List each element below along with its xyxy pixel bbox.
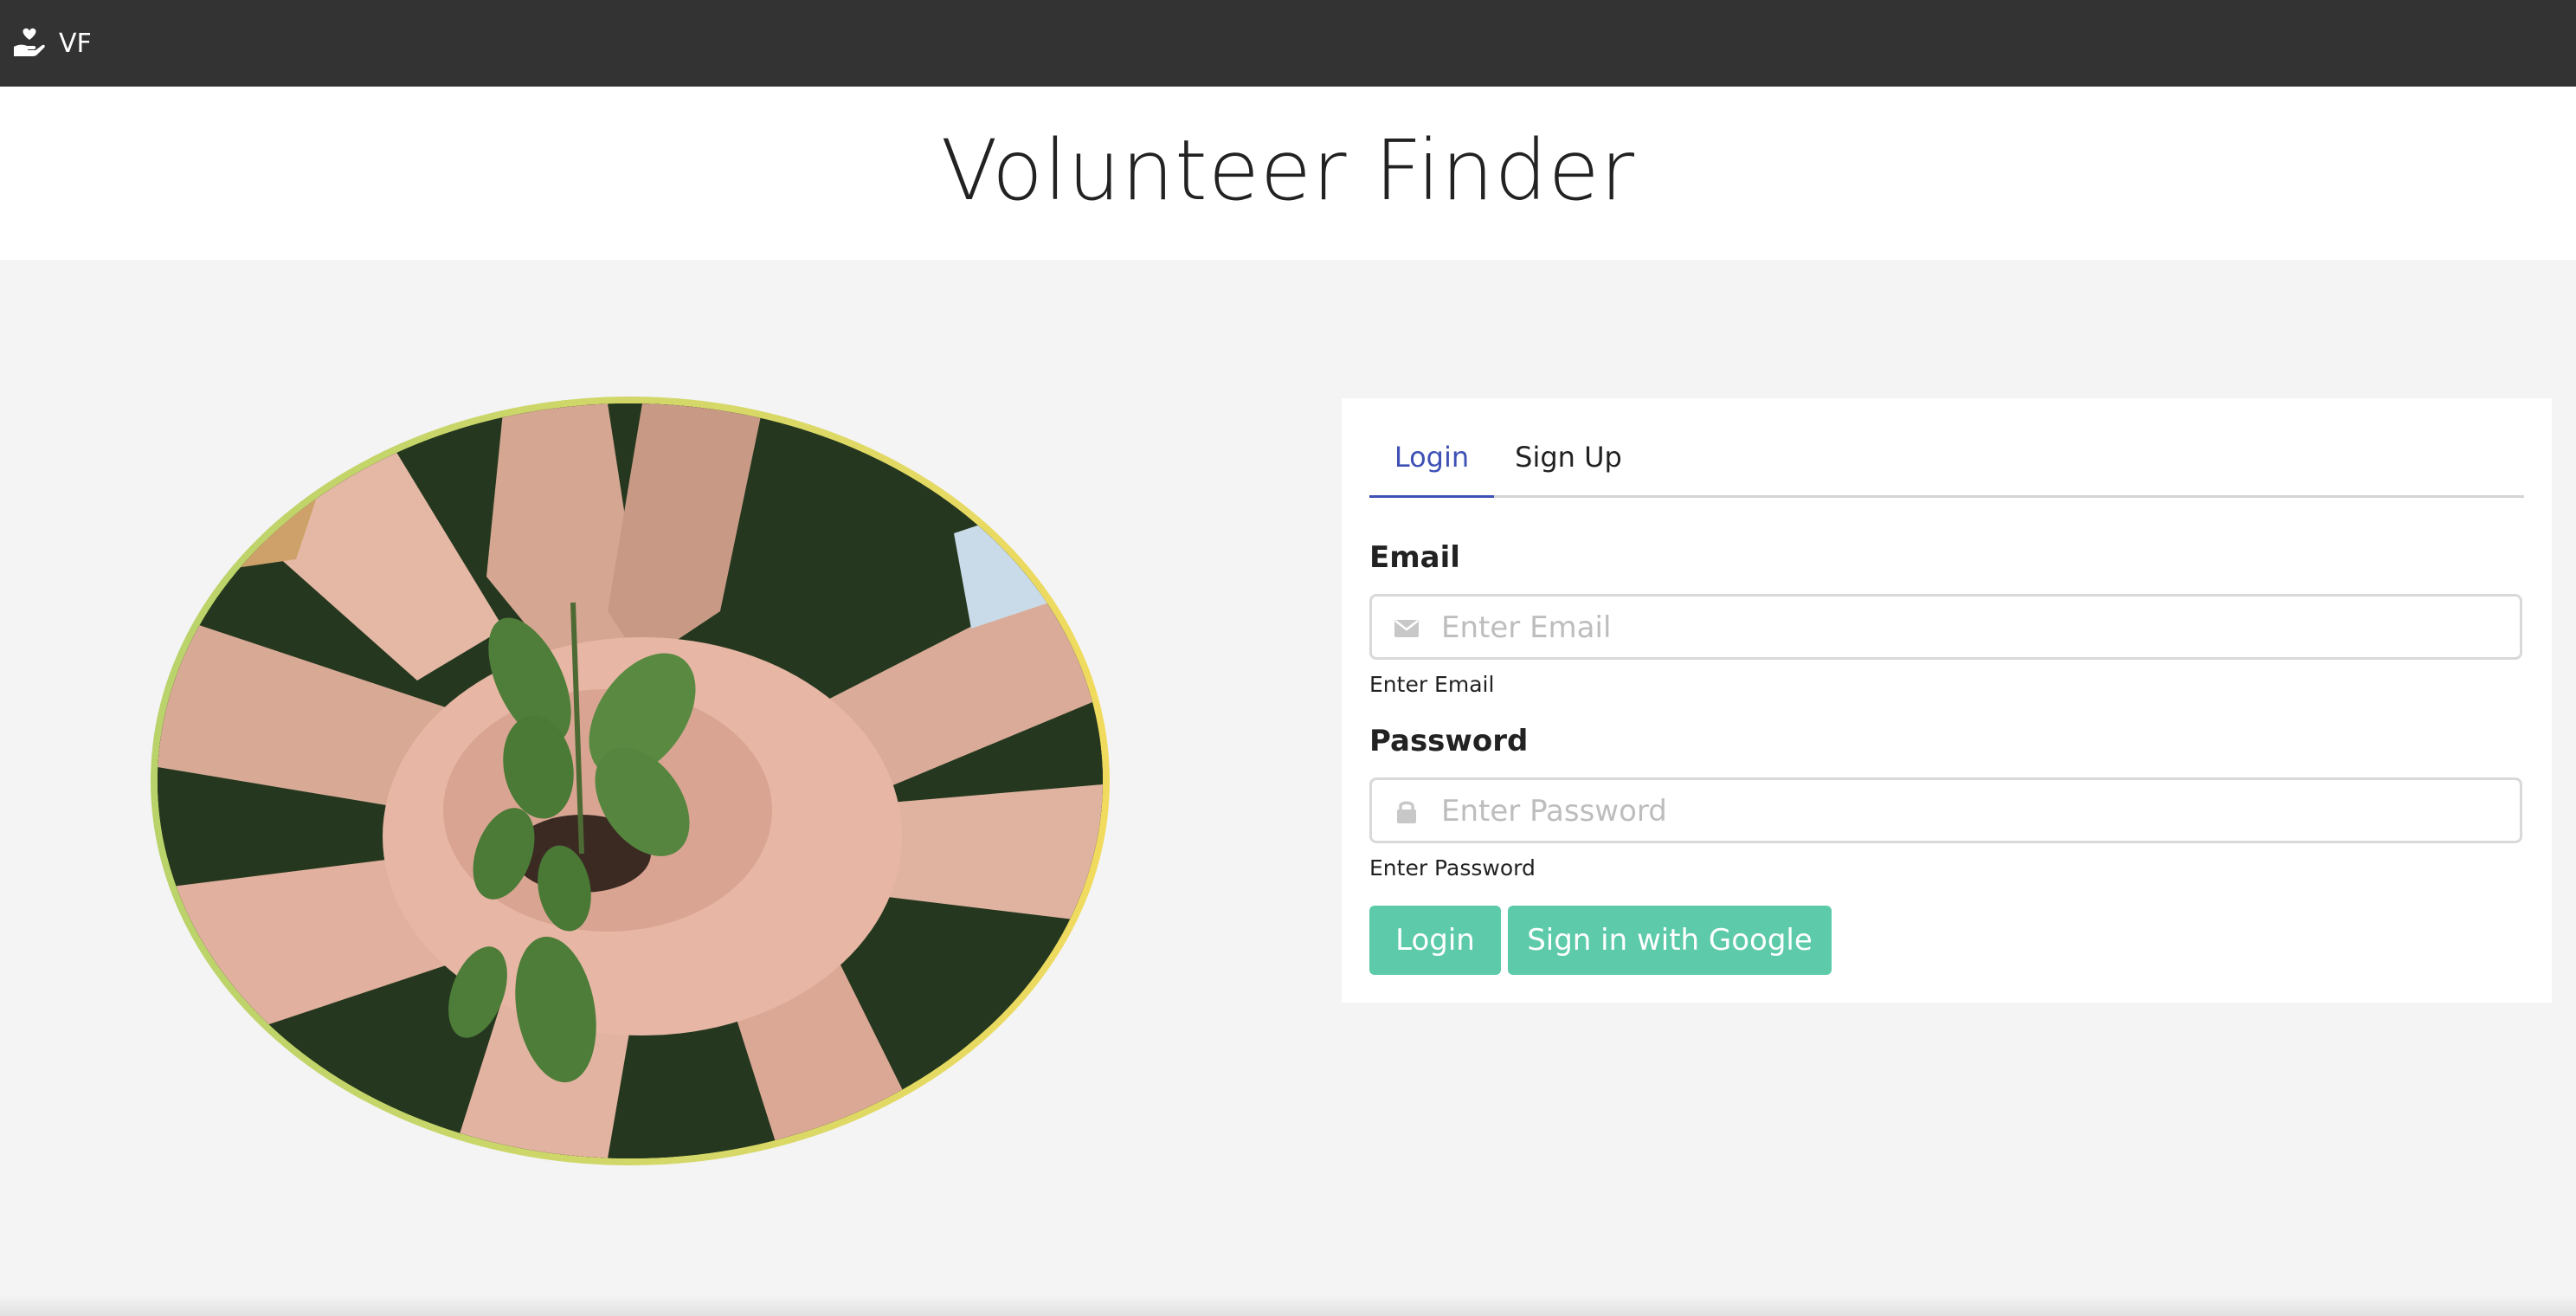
tab-login[interactable]: Login <box>1369 433 1494 498</box>
hero-photo <box>158 403 1103 1158</box>
password-label: Password <box>1369 724 1529 758</box>
google-signin-button[interactable]: Sign in with Google <box>1508 906 1832 975</box>
brand-link[interactable]: VF <box>12 26 92 61</box>
email-label: Email <box>1369 540 1460 575</box>
hero-photo-frame <box>151 397 1110 1165</box>
hero-banner: Volunteer Finder <box>0 87 2576 260</box>
email-input[interactable] <box>1439 597 2508 659</box>
tab-sign-up[interactable]: Sign Up <box>1491 433 1646 495</box>
hand-holding-heart-icon <box>14 28 45 56</box>
email-field[interactable] <box>1369 594 2522 660</box>
top-navbar: VF <box>0 0 2576 87</box>
password-field[interactable] <box>1369 777 2522 843</box>
password-helper-text: Enter Password <box>1369 855 1536 881</box>
envelope-icon <box>1394 620 1419 637</box>
auth-card: Login Sign Up Email Enter Email Password… <box>1342 398 2552 1003</box>
password-input[interactable] <box>1439 780 2508 842</box>
brand-label[interactable]: VF <box>59 29 92 59</box>
hands-with-plant-illustration <box>158 403 1103 1158</box>
page-title: Volunteer Finder <box>940 122 1636 219</box>
footer-shadow <box>0 1295 2576 1316</box>
auth-tabs: Login Sign Up <box>1369 433 2524 498</box>
email-helper-text: Enter Email <box>1369 672 1495 697</box>
login-button[interactable]: Login <box>1369 906 1501 975</box>
lock-icon <box>1397 801 1416 823</box>
